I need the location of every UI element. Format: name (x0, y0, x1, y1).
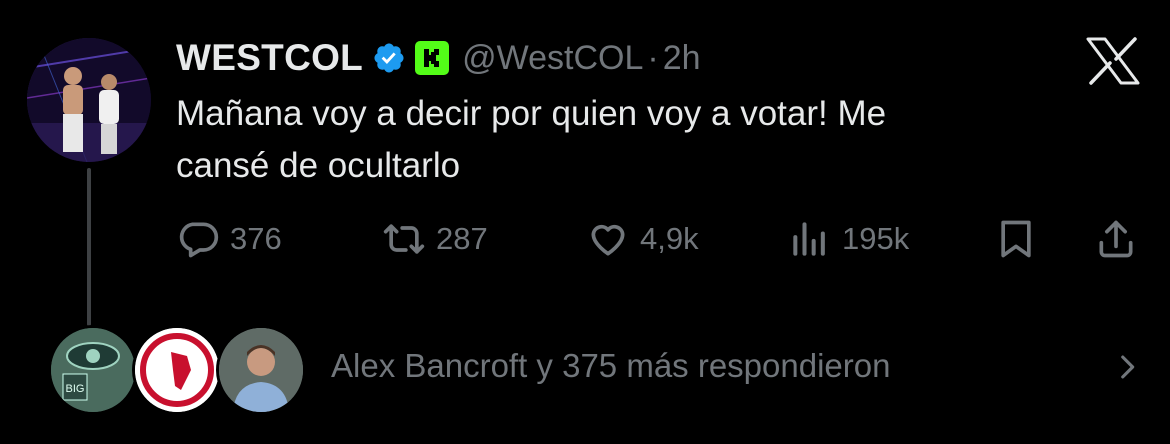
chevron-right-icon[interactable] (1110, 350, 1144, 384)
thread-line (87, 168, 91, 326)
america-fc-avatar[interactable] (132, 325, 222, 415)
views-icon (793, 222, 825, 256)
retweet-icon (383, 224, 425, 254)
bookmark-button[interactable] (994, 214, 1038, 264)
retweet-button[interactable]: 287 (382, 214, 488, 264)
views-count: 195k (842, 221, 910, 256)
tweet-time[interactable]: 2h (663, 39, 701, 78)
like-button[interactable]: 4,9k (586, 214, 699, 264)
tweet-header: WESTCOL @WestCOL · 2h (176, 34, 701, 82)
retweet-count: 287 (436, 221, 488, 256)
reply-icon (179, 222, 219, 258)
reply-count: 376 (230, 221, 282, 256)
views-button[interactable]: 195k (788, 214, 909, 264)
kick-icon (415, 41, 450, 75)
big-brother-avatar[interactable]: BIG (48, 325, 138, 415)
display-name[interactable]: WESTCOL (176, 37, 363, 79)
verified-icon (374, 43, 404, 73)
avatar-image (27, 38, 151, 162)
reply-button[interactable]: 376 (176, 214, 282, 264)
person-avatar[interactable] (216, 325, 306, 415)
share-button[interactable] (1094, 214, 1138, 264)
share-icon (1099, 220, 1133, 258)
replies-preview[interactable]: BIG Alex Bancroft y 375 más respondieron (48, 322, 1148, 415)
svg-text:BIG: BIG (66, 383, 85, 395)
x-logo-icon[interactable] (1085, 36, 1141, 86)
author-avatar[interactable] (27, 38, 151, 162)
action-bar: 376 287 4,9k 195k (176, 214, 1142, 264)
tweet-text: Mañana voy a decir por quien voy a votar… (176, 94, 887, 185)
replies-summary[interactable]: Alex Bancroft y 375 más respondieron (331, 347, 890, 385)
separator-dot: · (647, 38, 659, 77)
bookmark-icon (1001, 220, 1031, 258)
heart-icon (591, 224, 625, 256)
author-handle[interactable]: @WestCOL (462, 39, 643, 78)
like-count: 4,9k (640, 221, 699, 256)
